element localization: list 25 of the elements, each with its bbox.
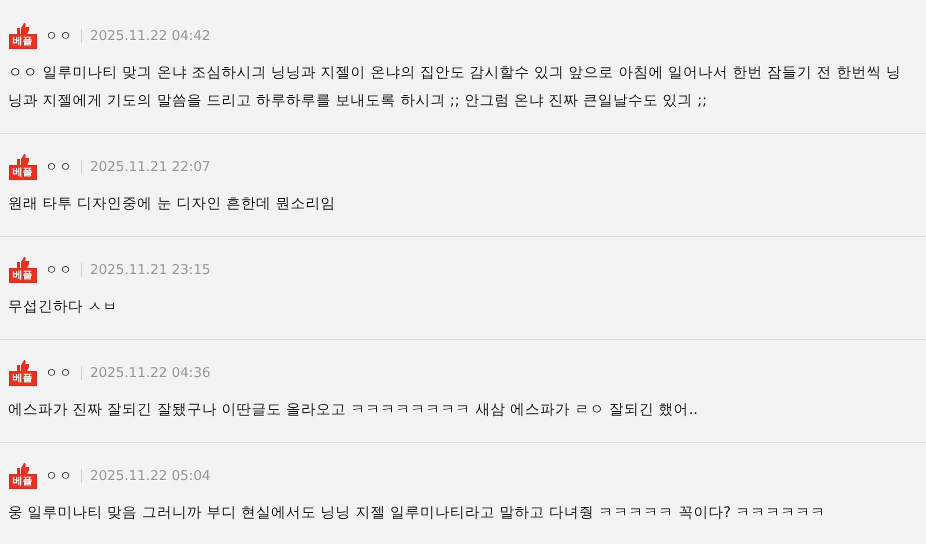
comment-date: 2025.11.22 04:36: [90, 365, 210, 381]
comment-date: 2025.11.22 04:42: [90, 28, 210, 44]
comment-text: 원래 타투 디자인중에 눈 디자인 흔한데 뭔소리임: [8, 195, 337, 214]
best-comment-badge: 베플: [8, 165, 36, 180]
comment-text: 무섭긴하다 ㅅㅂ: [8, 298, 119, 317]
author-name: ㅇㅇ: [45, 365, 73, 382]
author-name: ㅇㅇ: [45, 262, 73, 279]
author-name: ㅇㅇ: [45, 468, 73, 485]
thumbs-up-icon: [16, 360, 30, 371]
best-comment-badge: 베플: [8, 34, 36, 49]
best-comment-badge: 베플: [8, 474, 36, 489]
best-comment-badge: 베플: [8, 371, 36, 386]
thumbs-up-icon: [16, 257, 30, 268]
comment-date: 2025.11.21 23:15: [90, 262, 210, 278]
author-name: ㅇㅇ: [45, 159, 73, 176]
thumbs-up-icon: [16, 463, 30, 474]
comment-date: 2025.11.21 22:07: [90, 159, 210, 175]
comment-date: 2025.11.22 05:04: [90, 468, 210, 484]
comment-text: 웅 일루미나티 맞음 그러니까 부디 현실에서도 닝닝 지젤 일루미나티라고 말하고 다녀줭 ㅋㅋㅋㅋㅋ 꼭이다? ㅋㅋㅋㅋㅋㅋ: [8, 504, 827, 523]
best-comment-badge: 베플: [8, 268, 36, 283]
thumbs-up-icon: [16, 23, 30, 34]
comment-text: 에스파가 진짜 잘되긴 잘됐구나 이딴글도 올라오고 ㅋㅋㅋㅋㅋㅋㅋㅋ 새삼 에스파가 ㄹㅇ 잘되긴 했어..: [8, 401, 699, 420]
author-name: ㅇㅇ: [45, 28, 73, 45]
comment-text: ㅇㅇ 일루미나티 맞긔 온냐 조심하시긔 닝닝과 지젤이 온냐의 집안도 감시할수 있긔 앞으로 아침에 일어나서 한번 잠들기 전 한번씩 닝닝과 지젤에게 기도의 말씀을 드리고 하루하루를 보내도록 하시긔 ;; 안그럼 온냐 진짜 큰일날수도 있긔 ;;: [8, 64, 902, 111]
thumbs-up-icon: [16, 154, 30, 165]
